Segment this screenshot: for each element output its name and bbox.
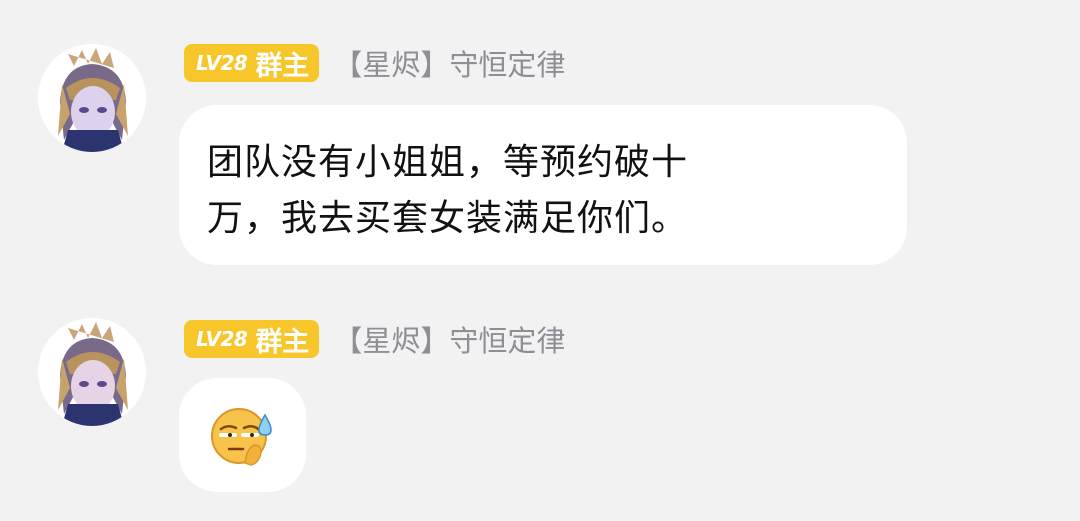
sweat-smirk-emoji-icon — [211, 408, 272, 466]
avatar-image — [38, 318, 146, 426]
sender-name[interactable]: 【星烬】守恒定律 — [333, 318, 565, 360]
role-label: 群主 — [255, 50, 310, 82]
level-label: LV28 — [196, 51, 248, 75]
member-badge: LV28 群主 — [184, 44, 320, 82]
avatar[interactable] — [38, 44, 146, 152]
message-bubble[interactable]: 团队没有小姐姐，等预约破十 万，我去买套女装满足你们。 — [179, 105, 907, 265]
chat-message: LV28 群主 【星烬】守恒定律 — [0, 290, 1080, 521]
chat-message: LV28 群主 【星烬】守恒定律 团队没有小姐姐，等预约破十 万，我去买套女装满… — [0, 0, 1080, 280]
role-label: 群主 — [255, 326, 310, 358]
chat-area: LV28 群主 【星烬】守恒定律 团队没有小姐姐，等预约破十 万，我去买套女装满… — [0, 0, 1080, 521]
level-label: LV28 — [196, 327, 248, 351]
avatar[interactable] — [38, 318, 146, 426]
message-text-line: 团队没有小姐姐，等预约破十 — [207, 142, 689, 183]
message-bubble[interactable] — [179, 378, 306, 492]
sender-meta: LV28 群主 【星烬】守恒定律 — [184, 44, 565, 82]
member-badge: LV28 群主 — [184, 320, 320, 358]
avatar-image — [38, 44, 146, 152]
sender-meta: LV28 群主 【星烬】守恒定律 — [184, 320, 565, 358]
message-text-line: 万，我去买套女装满足你们。 — [207, 198, 689, 239]
sender-name[interactable]: 【星烬】守恒定律 — [333, 42, 565, 84]
